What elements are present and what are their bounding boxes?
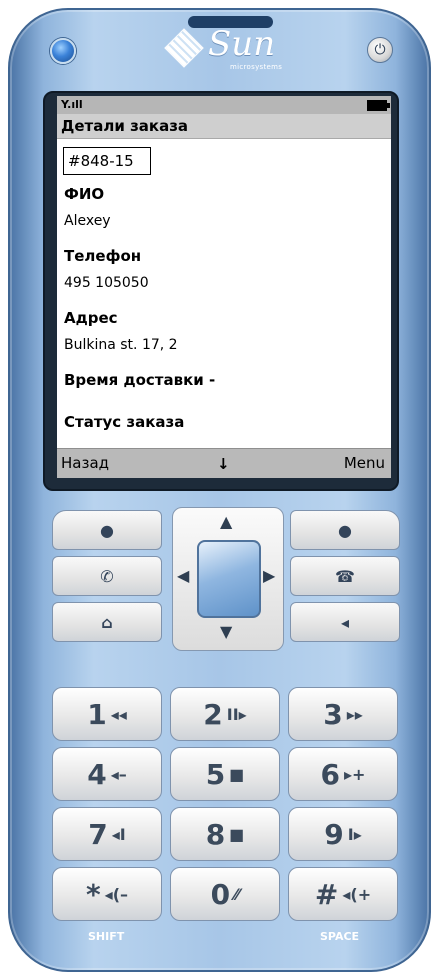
title-bar: Детали заказа: [57, 114, 391, 139]
field-label-status: Статус заказа: [64, 413, 185, 431]
back-icon: ◂: [340, 612, 350, 632]
field-label-delivery-time: Время доставки -: [64, 371, 216, 389]
key-digit: 4: [87, 757, 107, 791]
left-softkey-button[interactable]: ●: [52, 510, 162, 550]
signal-icon: Y.ıll: [61, 98, 83, 111]
seek-back-icon: ◂–: [110, 764, 127, 784]
screen: Y.ıll Детали заказа #848-15 ФИО Alexey Т…: [57, 96, 391, 478]
back-button[interactable]: ◂: [290, 602, 400, 642]
pause-play-icon: II▸: [226, 704, 247, 724]
brand-name: Sun: [208, 24, 276, 64]
volume-up-icon: ◂(+: [342, 884, 372, 904]
field-value-name: Alexey: [64, 213, 111, 229]
brand-sub: microsystems: [230, 63, 283, 71]
order-details: #848-15 ФИО Alexey Телефон 495 105050 Ад…: [57, 139, 391, 449]
key-9[interactable]: 9 I▸: [288, 807, 398, 861]
key-3[interactable]: 3 ▸▸: [288, 687, 398, 741]
key-digit: 2: [203, 697, 223, 731]
key-digit: 3: [323, 697, 343, 731]
field-label-address: Адрес: [64, 309, 118, 327]
key-digit: #: [314, 877, 339, 911]
dot-icon: ●: [100, 520, 114, 540]
key-5[interactable]: 5 ■: [170, 747, 280, 801]
key-8[interactable]: 8 ■: [170, 807, 280, 861]
key-7[interactable]: 7 ◂I: [52, 807, 162, 861]
dot-icon: ●: [338, 520, 352, 540]
key-digit: 6: [320, 757, 341, 791]
key-digit: 8: [205, 817, 226, 851]
home-icon: ⌂: [101, 612, 113, 632]
shift-label: SHIFT: [88, 930, 125, 943]
power-led-icon: [50, 38, 76, 64]
field-label-name: ФИО: [64, 185, 105, 203]
key-0[interactable]: 0 ⁄⁄: [170, 867, 280, 921]
dpad-down-icon[interactable]: ▼: [220, 622, 232, 641]
dpad-right-icon[interactable]: ▶: [263, 566, 275, 585]
field-label-phone: Телефон: [64, 247, 142, 265]
rewind-icon: ◂◂: [110, 704, 127, 724]
dpad-up-icon[interactable]: ▲: [220, 512, 232, 531]
stop-icon: ■: [229, 764, 245, 784]
key-digit: 0: [210, 877, 231, 911]
next-icon: I▸: [347, 824, 362, 844]
field-value-phone: 495 105050: [64, 275, 149, 291]
fast-forward-icon: ▸▸: [346, 704, 363, 724]
call-icon: ✆: [100, 566, 114, 586]
dpad-center-button[interactable]: [197, 540, 261, 618]
previous-icon: ◂I: [111, 824, 126, 844]
scroll-down-icon: ↓: [217, 455, 230, 473]
page-title: Детали заказа: [61, 117, 189, 135]
dpad[interactable]: ▲ ▼ ◀ ▶: [172, 507, 284, 651]
sun-diamond-icon: [164, 28, 204, 68]
key-digit: 1: [87, 697, 107, 731]
softkey-back[interactable]: Назад: [61, 454, 109, 472]
status-bar: Y.ıll: [57, 96, 391, 114]
key-1[interactable]: 1 ◂◂: [52, 687, 162, 741]
power-icon: ⏻: [374, 42, 386, 58]
sun-logo: Sun microsystems: [164, 24, 310, 78]
end-call-icon: ☎: [335, 566, 355, 586]
key-digit: *: [86, 877, 101, 911]
field-value-address: Bulkina st. 17, 2: [64, 337, 178, 353]
dpad-left-icon[interactable]: ◀: [177, 566, 189, 585]
volume-down-icon: ◂(–: [104, 884, 128, 904]
key-digit: 5: [205, 757, 226, 791]
softkey-bar: Назад ↓ Menu: [57, 448, 391, 478]
battery-icon: [367, 100, 390, 111]
right-softkey-button[interactable]: ●: [290, 510, 400, 550]
square-icon: ■: [229, 824, 245, 844]
seek-forward-icon: ▸+: [344, 764, 366, 784]
key-star[interactable]: * ◂(–: [52, 867, 162, 921]
key-2[interactable]: 2 II▸: [170, 687, 280, 741]
space-label: SPACE: [320, 930, 360, 943]
home-button[interactable]: ⌂: [52, 602, 162, 642]
order-number-field[interactable]: #848-15: [63, 147, 151, 175]
power-button[interactable]: ⏻: [367, 37, 393, 63]
mute-icon: ⁄⁄: [234, 884, 240, 904]
key-digit: 7: [88, 817, 108, 851]
key-hash[interactable]: # ◂(+: [288, 867, 398, 921]
key-digit: 9: [324, 817, 344, 851]
softkey-menu[interactable]: Menu: [344, 454, 385, 472]
order-number: #848-15: [68, 152, 134, 170]
key-4[interactable]: 4 ◂–: [52, 747, 162, 801]
call-button[interactable]: ✆: [52, 556, 162, 596]
key-6[interactable]: 6 ▸+: [288, 747, 398, 801]
end-call-button[interactable]: ☎: [290, 556, 400, 596]
